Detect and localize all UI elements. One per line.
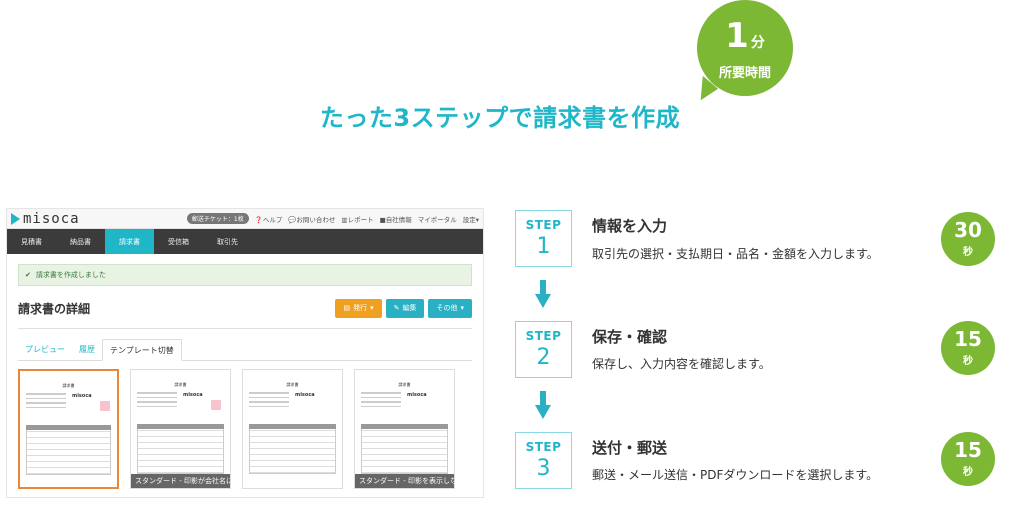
detail-header: 請求書の詳細 ▤ 発行 ▾ ✎ 編集 その他 ▾ xyxy=(18,298,472,318)
settings-menu[interactable]: 設定▾ xyxy=(463,214,479,224)
template-thumbnail[interactable]: 請求書 misoca xyxy=(242,369,343,489)
app-body: ✔ 請求書を作成しました 請求書の詳細 ▤ 発行 ▾ ✎ 編集 その他 ▾ プレビュー … xyxy=(7,254,483,497)
step-3-title: 送付・郵送 xyxy=(592,439,668,457)
step-1-desc: 取引先の選択・支払期日・品名・金額を入力します。 xyxy=(592,247,879,261)
chevron-down-icon: ▾ xyxy=(370,304,374,312)
stamp-icon xyxy=(100,401,110,411)
pencil-icon: ✎ xyxy=(393,304,400,312)
nav-invoices[interactable]: 請求書 xyxy=(105,229,154,254)
divider xyxy=(18,328,472,329)
action-buttons: ▤ 発行 ▾ ✎ 編集 その他 ▾ xyxy=(335,298,472,318)
nav-estimates[interactable]: 見積書 xyxy=(7,229,56,254)
step-2-box: STEP 2 xyxy=(515,321,572,378)
template-thumbnails: 請求書 misoca 請求書 misoca スタンダード - 印影が会社名に 請… xyxy=(18,369,472,489)
template-caption: スタンダード - 印影が会社名に xyxy=(131,474,230,488)
report-link[interactable]: ▥レポート xyxy=(341,214,373,224)
template-thumbnail[interactable]: 請求書 misoca xyxy=(18,369,119,489)
step-3-box: STEP 3 xyxy=(515,432,572,489)
misoca-logo[interactable]: misoca xyxy=(11,211,80,227)
down-arrow-icon xyxy=(535,280,551,310)
step-1-title: 情報を入力 xyxy=(592,217,668,235)
detail-tabs: プレビュー 履歴 テンプレート切替 xyxy=(18,339,472,361)
header-links: 郵送チケット：1枚 ❓ヘルプ 💬お問い合わせ ▥レポート ■自社情報 マイポータ… xyxy=(186,213,479,224)
company-info-link[interactable]: ■自社情報 xyxy=(380,214,412,224)
step-2-time-badge: 15 秒 xyxy=(941,321,995,375)
edit-button[interactable]: ✎ 編集 xyxy=(385,298,425,318)
tab-history[interactable]: 履歴 xyxy=(72,339,102,360)
other-button[interactable]: その他 ▾ xyxy=(428,298,472,318)
app-header: misoca 郵送チケット：1枚 ❓ヘルプ 💬お問い合わせ ▥レポート ■自社情… xyxy=(7,209,483,229)
step-3-desc: 郵送・メール送信・PDFダウンロードを選択します。 xyxy=(592,468,879,482)
my-portal-link[interactable]: マイポータル xyxy=(418,214,457,224)
step-1-time-badge: 30 秒 xyxy=(941,212,995,266)
document-icon: ▤ xyxy=(343,304,351,312)
tab-preview[interactable]: プレビュー xyxy=(18,339,72,360)
nav-inbox[interactable]: 受信箱 xyxy=(154,229,203,254)
bubble-label: 所要時間 xyxy=(718,66,771,81)
step-3-time-badge: 15 秒 xyxy=(941,432,995,486)
app-screenshot: misoca 郵送チケット：1枚 ❓ヘルプ 💬お問い合わせ ▥レポート ■自社情… xyxy=(6,208,484,498)
success-alert: ✔ 請求書を作成しました xyxy=(18,264,472,286)
template-thumbnail[interactable]: 請求書 misoca スタンダード - 印影が会社名に xyxy=(130,369,231,489)
ticket-badge[interactable]: 郵送チケット：1枚 xyxy=(186,213,249,224)
time-required-bubble: 1分 所要時間 xyxy=(697,0,793,96)
help-link[interactable]: ❓ヘルプ xyxy=(255,214,283,224)
step-2-desc: 保存し、入力内容を確認します。 xyxy=(592,357,771,371)
app-nav: 見積書 納品書 請求書 受信箱 取引先 xyxy=(7,229,483,254)
step-2-title: 保存・確認 xyxy=(592,328,668,346)
nav-delivery[interactable]: 納品書 xyxy=(56,229,105,254)
tab-template-switch[interactable]: テンプレート切替 xyxy=(102,339,182,361)
chevron-down-icon: ▾ xyxy=(460,304,464,312)
check-icon: ✔ xyxy=(25,271,31,279)
template-caption: スタンダード - 印影を表示しな xyxy=(355,474,454,488)
contact-link[interactable]: 💬お問い合わせ xyxy=(288,214,335,224)
page-headline: たった3ステップで請求書を作成 xyxy=(319,104,681,132)
detail-title: 請求書の詳細 xyxy=(18,301,91,316)
logo-mark-icon xyxy=(11,212,20,225)
step-1-box: STEP 1 xyxy=(515,210,572,267)
stamp-icon xyxy=(211,400,221,410)
template-thumbnail[interactable]: 請求書 misoca スタンダード - 印影を表示しな xyxy=(354,369,455,489)
bubble-number: 1分 xyxy=(725,16,765,56)
nav-clients[interactable]: 取引先 xyxy=(203,229,252,254)
issue-button[interactable]: ▤ 発行 ▾ xyxy=(335,298,382,318)
down-arrow-icon xyxy=(535,391,551,421)
